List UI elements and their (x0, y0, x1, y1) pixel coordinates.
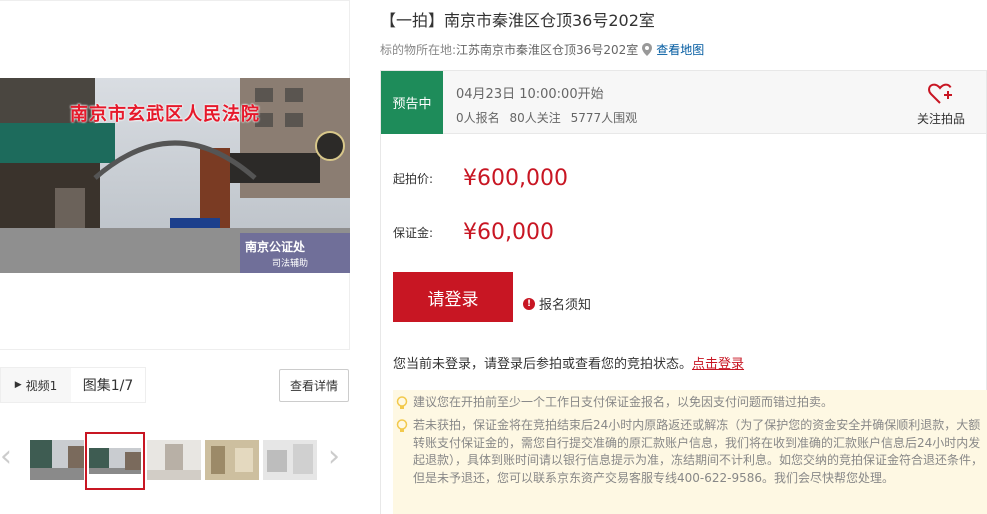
chevron-left-icon[interactable]: ‹ (0, 442, 12, 472)
heart-plus-icon (928, 83, 952, 104)
follow-lot-label: 关注拍品 (916, 112, 965, 126)
tips-box: 建议您在开拍前至少一个工作日支付保证金报名，以免因支付问题而错过拍卖。 若未获拍… (393, 390, 987, 514)
view-details-button[interactable]: 查看详情 (279, 369, 349, 402)
thumbnail-strip: ‹ › (0, 430, 352, 490)
bidding-panel: 起拍价: ¥600,000 保证金: ¥60,000 请登录 ! 报名须知 您当… (380, 134, 987, 514)
follow-lot-button[interactable]: 关注拍品 (916, 83, 966, 127)
photo-caption: 南京市玄武区人民法院 (70, 104, 260, 125)
location-label: 标的物所在地: (380, 43, 457, 57)
login-prompt: 您当前未登录，请登录后参拍或查看您的竞拍状态。点击登录 (393, 353, 744, 372)
svg-text:司法辅助: 司法辅助 (272, 257, 308, 269)
deposit-label: 保证金: (393, 226, 434, 240)
tab-video-label: 视频1 (25, 378, 58, 393)
thumbnail[interactable] (30, 440, 84, 480)
tip-item: 若未获拍，保证金将在竞拍结束后24小时内原路返还或解冻（为了保护您的资金安全并确… (413, 418, 984, 485)
thumbnail[interactable] (263, 440, 317, 480)
tip-item: 建议您在开拍前至少一个工作日支付保证金报名，以免因支付问题而错过拍卖。 (413, 395, 834, 409)
lightbulb-icon (396, 396, 408, 409)
location-pin-icon (642, 43, 653, 56)
view-map-link[interactable]: 查看地图 (656, 41, 704, 58)
click-login-link[interactable]: 点击登录 (692, 357, 744, 372)
registration-notice-label: 报名须知 (539, 298, 592, 313)
tab-album[interactable]: 图集1/7 (71, 368, 145, 402)
thumbnail-image (30, 440, 84, 480)
start-price-label: 起拍价: (393, 172, 434, 186)
gallery-panel: 南京公证处 司法辅助 南京市玄武区人民法院 ▶ 视频1 图集1/7 查看详情 ‹ (0, 0, 352, 514)
start-price-value: ¥600,000 (463, 166, 568, 191)
thumbnail[interactable] (205, 440, 259, 480)
thumbnail-active[interactable] (85, 432, 145, 490)
auction-info-panel: 【一拍】南京市秦淮区仓顶36号202室 标的物所在地: 江苏南京市秦淮区仓顶36… (380, 0, 987, 514)
registered-count: 0人报名 (456, 111, 500, 125)
main-photo[interactable]: 南京公证处 司法辅助 南京市玄武区人民法院 (0, 78, 350, 273)
lot-location: 标的物所在地: 江苏南京市秦淮区仓顶36号202室 查看地图 (380, 41, 704, 58)
thumbnail[interactable] (147, 440, 201, 480)
lightbulb-icon (396, 419, 408, 432)
registration-notice-link[interactable]: ! 报名须知 (523, 294, 591, 313)
main-photo-frame: 南京公证处 司法辅助 南京市玄武区人民法院 (0, 0, 350, 350)
play-icon: ▶ (14, 380, 22, 390)
thumbnail-image (263, 440, 317, 480)
auction-stats: 0人报名 80人关注 5777人围观 (456, 109, 643, 126)
chevron-right-icon[interactable]: › (328, 442, 340, 472)
thumbnail-image (205, 440, 259, 480)
start-time: 04月23日 10:00:00开始 (456, 87, 604, 102)
followers-count: 80人关注 (509, 111, 561, 125)
location-address: 江苏南京市秦淮区仓顶36号202室 (456, 43, 639, 57)
info-icon: ! (523, 297, 535, 310)
deposit-value: ¥60,000 (463, 220, 554, 245)
start-price-row: 起拍价: ¥600,000 (393, 166, 568, 191)
media-tabs: ▶ 视频1 图集1/7 (0, 367, 146, 403)
status-badge: 预告中 (381, 71, 443, 134)
login-button[interactable]: 请登录 (393, 272, 513, 322)
deposit-row: 保证金: ¥60,000 (393, 220, 554, 245)
svg-text:南京公证处: 南京公证处 (245, 239, 306, 254)
tab-video[interactable]: ▶ 视频1 (1, 368, 71, 402)
onlookers-count: 5777人围观 (570, 111, 638, 125)
lot-title: 【一拍】南京市秦淮区仓顶36号202室 (380, 11, 655, 30)
login-prompt-text: 您当前未登录，请登录后参拍或查看您的竞拍状态。 (393, 357, 693, 372)
auction-status-bar: 预告中 04月23日 10:00:00开始 0人报名 80人关注 5777人围观… (380, 70, 987, 134)
thumbnail-image (147, 440, 201, 480)
thumbnail-image (87, 434, 143, 488)
